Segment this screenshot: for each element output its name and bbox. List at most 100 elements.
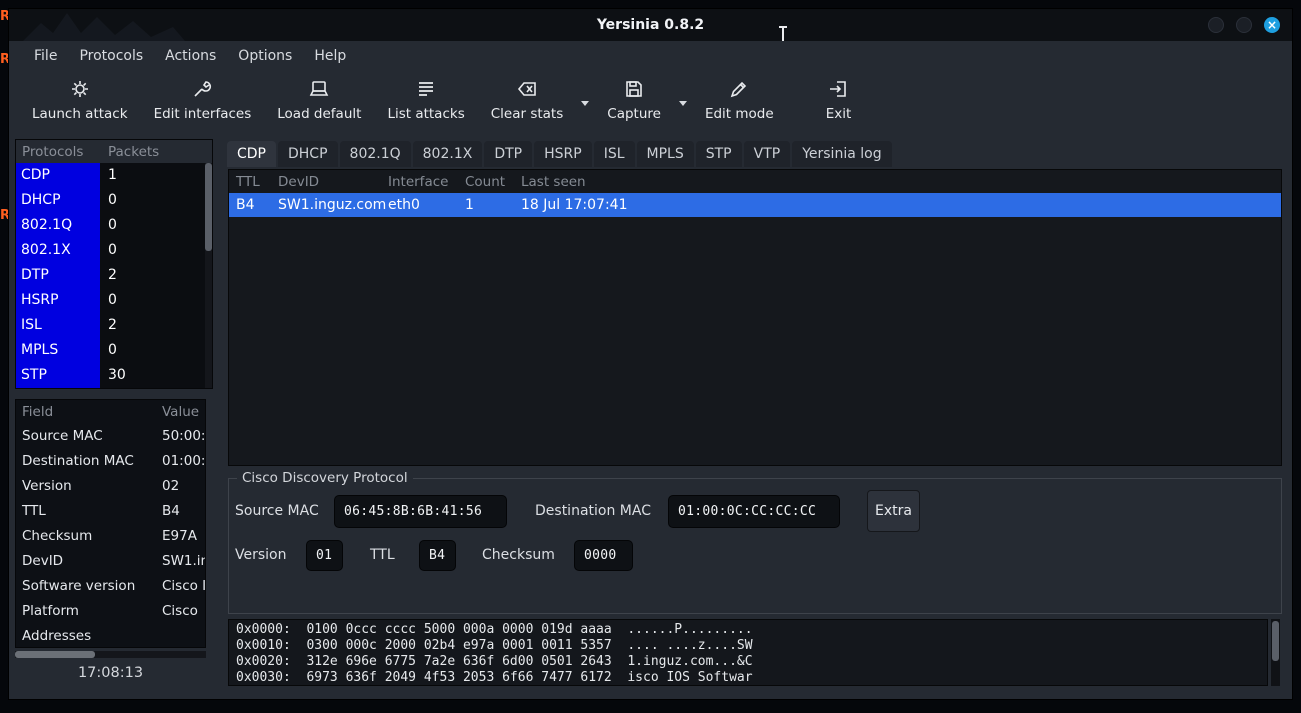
laptop-icon xyxy=(307,77,331,101)
packet-count-cell: 1 xyxy=(458,197,514,213)
tab-yersinia-log[interactable]: Yersinia log xyxy=(792,141,891,167)
column-header-count[interactable]: Count xyxy=(458,174,514,190)
close-button[interactable]: × xyxy=(1264,17,1280,33)
column-header-value[interactable]: Value xyxy=(162,404,205,420)
yersinia-window: Yersinia 0.8.2 × File Protocols Actions … xyxy=(8,8,1293,700)
window-controls: × xyxy=(1208,17,1280,33)
version-label: Version xyxy=(235,547,286,563)
clear-stats-dropdown-arrow[interactable] xyxy=(576,101,594,106)
column-header-ttl[interactable]: TTL xyxy=(229,174,271,190)
field-row[interactable]: Software version Cisco IO xyxy=(16,574,205,599)
packet-lastseen-cell: 18 Jul 17:07:41 xyxy=(514,197,1281,213)
menu-help[interactable]: Help xyxy=(303,43,357,69)
packet-devid-cell: SW1.inguz.com xyxy=(271,197,381,213)
field-name-cell: Source MAC xyxy=(16,424,162,449)
version-input[interactable] xyxy=(306,540,343,571)
source-mac-label: Source MAC xyxy=(235,503,319,519)
edit-interfaces-button[interactable]: Edit interfaces xyxy=(141,71,265,126)
tab-mpls[interactable]: MPLS xyxy=(637,141,694,167)
menu-file[interactable]: File xyxy=(23,43,68,69)
menu-options[interactable]: Options xyxy=(227,43,303,69)
scrollbar-thumb[interactable] xyxy=(15,651,95,658)
titlebar[interactable]: Yersinia 0.8.2 × xyxy=(9,9,1292,41)
field-row[interactable]: DevID SW1.ing xyxy=(16,549,205,574)
field-value-cell: SW1.ing xyxy=(162,549,205,574)
protocols-scrollbar[interactable] xyxy=(205,163,212,388)
clear-backspace-icon xyxy=(515,77,539,101)
column-header-field[interactable]: Field xyxy=(16,404,162,420)
destination-mac-input[interactable] xyxy=(668,495,840,528)
list-attacks-button[interactable]: List attacks xyxy=(374,71,477,126)
checksum-input[interactable] xyxy=(574,540,633,571)
tab-dtp[interactable]: DTP xyxy=(484,141,532,167)
exit-button[interactable]: Exit xyxy=(813,71,865,126)
fields-horizontal-scrollbar[interactable] xyxy=(15,651,206,658)
field-name-cell: DevID xyxy=(16,549,162,574)
protocol-row[interactable]: 802.1X 0 xyxy=(16,238,206,263)
tab-8021q[interactable]: 802.1Q xyxy=(340,141,411,167)
ttl-input[interactable] xyxy=(419,540,456,571)
scrollbar-thumb[interactable] xyxy=(1272,621,1279,661)
tab-dhcp[interactable]: DHCP xyxy=(278,141,338,167)
protocol-row[interactable]: DTP 2 xyxy=(16,263,206,288)
field-value-cell: 02 xyxy=(162,474,205,499)
frame-title: Cisco Discovery Protocol xyxy=(237,470,413,486)
capture-button[interactable]: Capture xyxy=(594,71,674,126)
toolbar-label: Launch attack xyxy=(32,106,128,122)
field-row[interactable]: Platform Cisco xyxy=(16,599,205,624)
tab-hsrp[interactable]: HSRP xyxy=(534,141,592,167)
protocol-row[interactable]: STP 30 xyxy=(16,363,206,388)
field-name-cell: Addresses xyxy=(16,624,162,648)
field-value-cell: 50:00:0 xyxy=(162,424,205,449)
chevron-down-icon xyxy=(581,101,589,106)
packet-row-selected[interactable]: B4 SW1.inguz.com eth0 1 18 Jul 17:07:41 xyxy=(229,193,1281,217)
capture-dropdown-arrow[interactable] xyxy=(674,101,692,106)
field-row[interactable]: Source MAC 50:00:0 xyxy=(16,424,205,449)
field-row[interactable]: Checksum E97A xyxy=(16,524,205,549)
checksum-label: Checksum xyxy=(482,547,555,563)
protocol-row[interactable]: 802.1Q 0 xyxy=(16,213,206,238)
field-name-cell: Version xyxy=(16,474,162,499)
field-row[interactable]: TTL B4 xyxy=(16,499,205,524)
protocol-row[interactable]: CDP 1 xyxy=(16,163,206,188)
tab-cdp[interactable]: CDP xyxy=(227,141,276,167)
maximize-button[interactable] xyxy=(1236,17,1252,33)
protocol-row[interactable]: HSRP 0 xyxy=(16,288,206,313)
toolbar-label: List attacks xyxy=(387,106,464,122)
clear-stats-button[interactable]: Clear stats xyxy=(478,71,577,126)
toolbar-label: Exit xyxy=(826,106,852,122)
menubar: File Protocols Actions Options Help xyxy=(9,41,1292,71)
chevron-down-icon xyxy=(679,101,687,106)
minimize-button[interactable] xyxy=(1208,17,1224,33)
column-header-devid[interactable]: DevID xyxy=(271,174,381,190)
column-header-protocols[interactable]: Protocols xyxy=(16,144,100,160)
source-mac-input[interactable] xyxy=(334,495,507,528)
protocol-row[interactable]: MPLS 0 xyxy=(16,338,206,363)
protocol-row[interactable]: DHCP 0 xyxy=(16,188,206,213)
tab-vtp[interactable]: VTP xyxy=(744,141,791,167)
column-header-packets[interactable]: Packets xyxy=(100,144,212,160)
scrollbar-thumb[interactable] xyxy=(205,163,212,251)
launch-attack-button[interactable]: Launch attack xyxy=(19,71,141,126)
tab-stp[interactable]: STP xyxy=(696,141,742,167)
menu-protocols[interactable]: Protocols xyxy=(68,43,154,69)
field-row[interactable]: Version 02 xyxy=(16,474,205,499)
load-default-button[interactable]: Load default xyxy=(264,71,374,126)
column-header-last-seen[interactable]: Last seen xyxy=(514,174,1281,190)
hex-scrollbar[interactable] xyxy=(1271,619,1280,686)
extra-button[interactable]: Extra xyxy=(867,490,920,532)
hex-dump-view[interactable]: 0x0000: 0100 0ccc cccc 5000 000a 0000 01… xyxy=(228,619,1268,686)
field-row[interactable]: Addresses xyxy=(16,624,205,648)
protocol-row[interactable]: ISL 2 xyxy=(16,313,206,338)
protocol-name-cell: STP xyxy=(16,363,100,388)
tab-8021x[interactable]: 802.1X xyxy=(413,141,483,167)
field-row[interactable]: Destination MAC 01:00:0 xyxy=(16,449,205,474)
menu-actions[interactable]: Actions xyxy=(154,43,227,69)
packet-table: TTL DevID Interface Count Last seen B4 S… xyxy=(228,169,1282,466)
toolbar-label: Edit interfaces xyxy=(154,106,252,122)
edit-mode-button[interactable]: Edit mode xyxy=(692,71,787,126)
column-header-interface[interactable]: Interface xyxy=(381,174,458,190)
desktop-background: RI RI RI Yersinia 0.8.2 × File Protocols xyxy=(0,0,1301,713)
tab-isl[interactable]: ISL xyxy=(594,141,635,167)
list-lines-icon xyxy=(414,77,438,101)
